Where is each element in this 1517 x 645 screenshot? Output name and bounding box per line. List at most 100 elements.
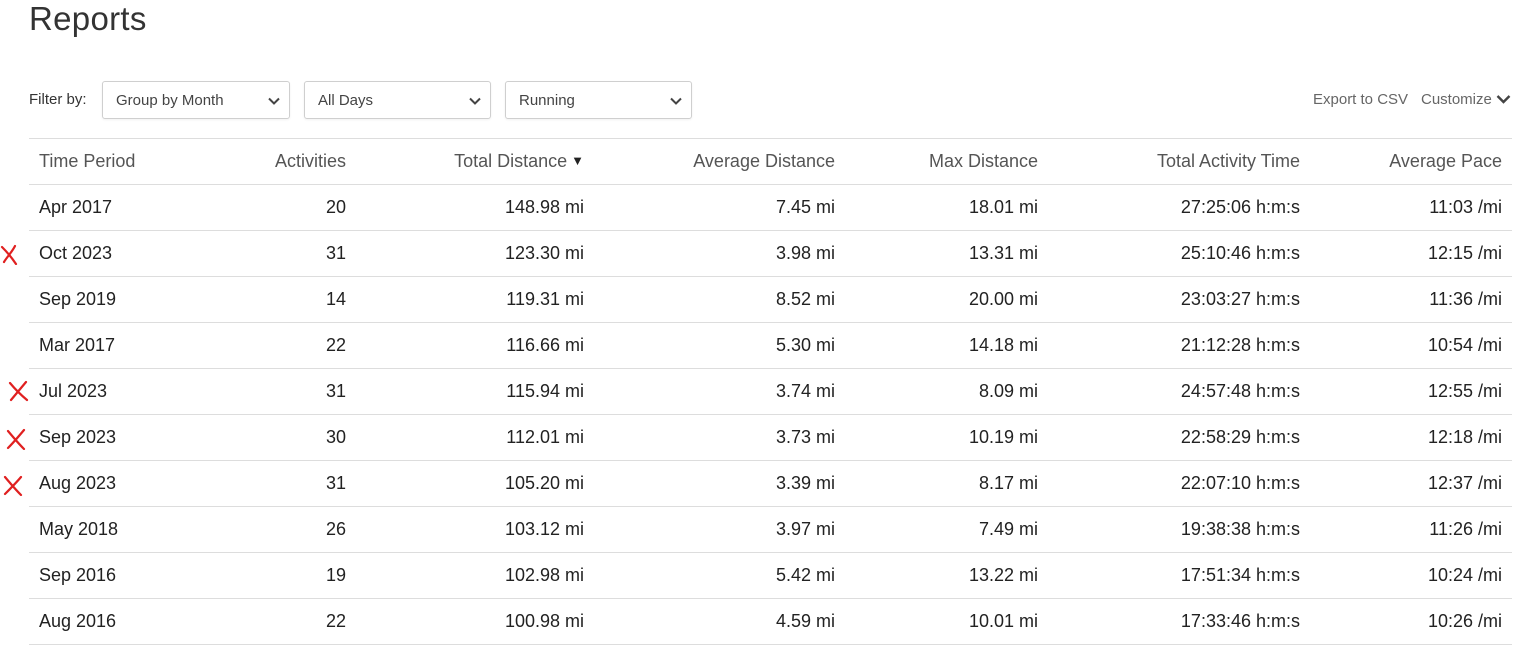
header-max-distance[interactable]: Max Distance xyxy=(845,138,1048,185)
header-time-period[interactable]: Time Period xyxy=(29,138,189,185)
cell-total-activity-time: 22:07:10 h:m:s xyxy=(1048,460,1310,507)
cell-max-distance: 8.09 mi xyxy=(845,368,1048,415)
header-total-activity-time[interactable]: Total Activity Time xyxy=(1048,138,1310,185)
cell-average-distance: 8.52 mi xyxy=(594,276,845,323)
red-x-mark-icon xyxy=(3,475,23,496)
cell-total-activity-time: 17:33:46 h:m:s xyxy=(1048,598,1310,645)
table-row[interactable]: Sep 2019 14 119.31 mi 8.52 mi 20.00 mi 23:03:… xyxy=(29,276,1512,323)
cell-time-period: Sep 2023 xyxy=(29,414,189,461)
cell-total-activity-time: 24:57:48 h:m:s xyxy=(1048,368,1310,415)
header-activities[interactable]: Activities xyxy=(189,138,356,185)
cell-time-period: Mar 2017 xyxy=(29,322,189,369)
cell-average-distance: 4.59 mi xyxy=(594,598,845,645)
cell-total-distance: 123.30 mi xyxy=(356,230,594,277)
cell-max-distance: 7.49 mi xyxy=(845,506,1048,553)
cell-total-distance: 112.01 mi xyxy=(356,414,594,461)
cell-average-distance: 3.98 mi xyxy=(594,230,845,277)
cell-average-pace: 11:03 /mi xyxy=(1310,184,1512,231)
cell-time-period: Aug 2016 xyxy=(29,598,189,645)
cell-time-period: Sep 2019 xyxy=(29,276,189,323)
cell-max-distance: 8.17 mi xyxy=(845,460,1048,507)
cell-time-period: Jul 2023 xyxy=(29,368,189,415)
days-select[interactable]: All Days xyxy=(304,81,491,119)
cell-total-distance: 100.98 mi xyxy=(356,598,594,645)
cell-average-pace: 12:18 /mi xyxy=(1310,414,1512,461)
cell-max-distance: 20.00 mi xyxy=(845,276,1048,323)
table-row[interactable]: Apr 2017 20 148.98 mi 7.45 mi 18.01 mi 27:25:… xyxy=(29,184,1512,231)
cell-average-pace: 10:26 /mi xyxy=(1310,598,1512,645)
cell-total-activity-time: 25:10:46 h:m:s xyxy=(1048,230,1310,277)
cell-total-activity-time: 21:12:28 h:m:s xyxy=(1048,322,1310,369)
cell-total-activity-time: 22:58:29 h:m:s xyxy=(1048,414,1310,461)
table-row[interactable]: Mar 2017 22 116.66 mi 5.30 mi 14.18 mi 21:12:… xyxy=(29,322,1512,369)
cell-average-distance: 3.39 mi xyxy=(594,460,845,507)
cell-total-distance: 102.98 mi xyxy=(356,552,594,599)
filter-label: Filter by: xyxy=(29,91,87,108)
cell-activities: 31 xyxy=(189,368,356,415)
cell-average-pace: 11:26 /mi xyxy=(1310,506,1512,553)
cell-total-distance: 115.94 mi xyxy=(356,368,594,415)
cell-average-pace: 10:54 /mi xyxy=(1310,322,1512,369)
cell-max-distance: 10.01 mi xyxy=(845,598,1048,645)
cell-average-pace: 12:15 /mi xyxy=(1310,230,1512,277)
cell-average-distance: 5.42 mi xyxy=(594,552,845,599)
reports-page: Reports Filter by: Group by Month All Da… xyxy=(0,0,1517,645)
table-row[interactable]: Aug 2016 22 100.98 mi 4.59 mi 10.01 mi 17:33:… xyxy=(29,598,1512,645)
cell-activities: 31 xyxy=(189,460,356,507)
cell-time-period: Apr 2017 xyxy=(29,184,189,231)
table-row[interactable]: Jul 2023 31 115.94 mi 3.74 mi 8.09 mi 24:57:4… xyxy=(29,368,1512,415)
activity-type-select[interactable]: Running xyxy=(505,81,692,119)
cell-activities: 31 xyxy=(189,230,356,277)
table-row[interactable]: Sep 2016 19 102.98 mi 5.42 mi 13.22 mi 17:51:… xyxy=(29,552,1512,599)
header-total-distance[interactable]: Total Distance ▼ xyxy=(356,138,594,185)
group-by-select[interactable]: Group by Month xyxy=(102,81,290,119)
chevron-down-icon xyxy=(268,97,280,105)
cell-average-distance: 3.73 mi xyxy=(594,414,845,461)
chevron-down-icon xyxy=(670,97,682,105)
cell-average-distance: 5.30 mi xyxy=(594,322,845,369)
header-average-pace[interactable]: Average Pace xyxy=(1310,138,1512,185)
cell-total-distance: 119.31 mi xyxy=(356,276,594,323)
table-row[interactable]: May 2018 26 103.12 mi 3.97 mi 7.49 mi 19:38:3… xyxy=(29,506,1512,553)
cell-time-period: Aug 2023 xyxy=(29,460,189,507)
cell-activities: 22 xyxy=(189,322,356,369)
cell-time-period: May 2018 xyxy=(29,506,189,553)
cell-max-distance: 18.01 mi xyxy=(845,184,1048,231)
table-row[interactable]: Sep 2023 30 112.01 mi 3.73 mi 10.19 mi 22:58:… xyxy=(29,414,1512,461)
red-x-mark-icon xyxy=(6,428,26,450)
cell-activities: 22 xyxy=(189,598,356,645)
cell-total-distance: 103.12 mi xyxy=(356,506,594,553)
cell-max-distance: 10.19 mi xyxy=(845,414,1048,461)
header-average-distance[interactable]: Average Distance xyxy=(594,138,845,185)
cell-activities: 14 xyxy=(189,276,356,323)
red-x-mark-icon xyxy=(0,244,18,265)
report-table: Time Period Activities Total Distance ▼ A… xyxy=(29,138,1512,645)
cell-max-distance: 13.31 mi xyxy=(845,230,1048,277)
cell-time-period: Oct 2023 xyxy=(29,230,189,277)
export-csv-link[interactable]: Export to CSV xyxy=(1313,91,1408,109)
cell-average-distance: 3.97 mi xyxy=(594,506,845,553)
group-by-value: Group by Month xyxy=(116,91,224,109)
header-total-distance-label: Total Distance xyxy=(454,151,568,171)
customize-link[interactable]: Customize xyxy=(1421,91,1492,109)
table-row[interactable]: Oct 2023 31 123.30 mi 3.98 mi 13.31 mi 25:10:… xyxy=(29,230,1512,277)
cell-total-distance: 148.98 mi xyxy=(356,184,594,231)
cell-max-distance: 14.18 mi xyxy=(845,322,1048,369)
sort-descending-icon: ▼ xyxy=(571,153,584,168)
cell-total-distance: 116.66 mi xyxy=(356,322,594,369)
cell-activities: 20 xyxy=(189,184,356,231)
cell-total-activity-time: 23:03:27 h:m:s xyxy=(1048,276,1310,323)
page-title: Reports xyxy=(29,0,147,37)
chevron-down-icon xyxy=(469,97,481,105)
chevron-down-icon[interactable] xyxy=(1496,93,1511,105)
cell-average-pace: 11:36 /mi xyxy=(1310,276,1512,323)
cell-average-pace: 10:24 /mi xyxy=(1310,552,1512,599)
cell-average-distance: 3.74 mi xyxy=(594,368,845,415)
cell-average-distance: 7.45 mi xyxy=(594,184,845,231)
cell-total-activity-time: 17:51:34 h:m:s xyxy=(1048,552,1310,599)
table-row[interactable]: Aug 2023 31 105.20 mi 3.39 mi 8.17 mi 22:07:1… xyxy=(29,460,1512,507)
cell-activities: 19 xyxy=(189,552,356,599)
cell-total-activity-time: 19:38:38 h:m:s xyxy=(1048,506,1310,553)
cell-activities: 30 xyxy=(189,414,356,461)
cell-total-activity-time: 27:25:06 h:m:s xyxy=(1048,184,1310,231)
